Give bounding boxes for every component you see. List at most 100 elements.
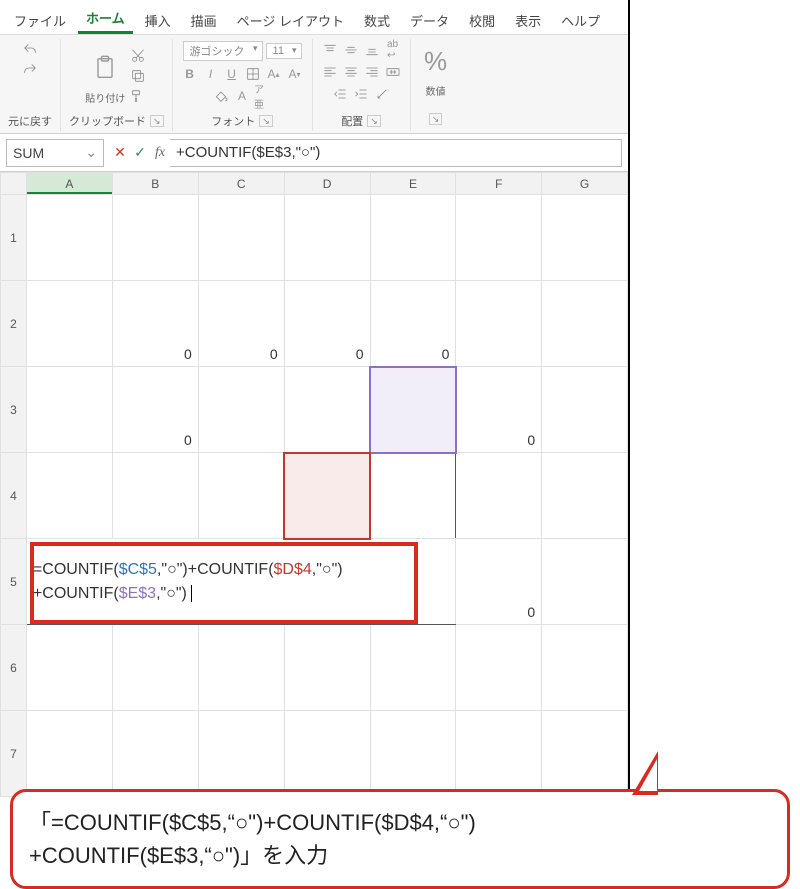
fill-color-icon[interactable] [212, 87, 230, 105]
dialog-launcher-icon[interactable]: ↘ [150, 115, 164, 127]
bold-icon[interactable]: B [181, 65, 199, 83]
font-color-icon[interactable]: A [233, 87, 251, 105]
cell[interactable] [456, 195, 542, 281]
cell[interactable] [26, 195, 112, 281]
col-header[interactable]: G [542, 173, 628, 195]
cell[interactable]: 0 [456, 539, 542, 625]
cell[interactable] [284, 367, 370, 453]
cut-icon[interactable] [129, 47, 147, 65]
cell[interactable]: 0 [456, 367, 542, 453]
enter-icon[interactable]: ✓ [130, 144, 150, 161]
cell[interactable] [370, 453, 456, 539]
ruby-icon[interactable]: ア亜 [254, 87, 272, 105]
row-header[interactable]: 5 [1, 539, 27, 625]
col-header[interactable]: B [112, 173, 198, 195]
col-header[interactable]: E [370, 173, 456, 195]
cell[interactable] [456, 281, 542, 367]
cell[interactable] [26, 367, 112, 453]
cell[interactable] [456, 711, 542, 797]
tab-page-layout[interactable]: ページ レイアウト [229, 7, 352, 34]
cancel-icon[interactable]: ✕ [110, 144, 130, 161]
dialog-launcher-icon[interactable]: ↘ [259, 115, 273, 127]
cell[interactable]: 0 [284, 281, 370, 367]
formula-input[interactable]: +COUNTIF($E$3,"○") [170, 139, 622, 167]
cell[interactable] [26, 281, 112, 367]
align-middle-icon[interactable] [342, 41, 360, 59]
cell[interactable] [370, 625, 456, 711]
cell[interactable] [542, 453, 628, 539]
font-size-select[interactable]: 11 [266, 43, 302, 59]
align-right-icon[interactable] [363, 63, 381, 81]
tab-review[interactable]: 校閲 [461, 7, 503, 34]
select-all-corner[interactable] [1, 173, 27, 195]
row-header[interactable]: 7 [1, 711, 27, 797]
col-header[interactable]: F [456, 173, 542, 195]
cell[interactable] [198, 711, 284, 797]
cell[interactable] [284, 711, 370, 797]
cell[interactable]: 0 [112, 367, 198, 453]
cell[interactable] [26, 453, 112, 539]
cell-range-d4[interactable] [284, 453, 370, 539]
cell[interactable] [542, 625, 628, 711]
row-header[interactable]: 2 [1, 281, 27, 367]
cell[interactable] [112, 195, 198, 281]
decrease-indent-icon[interactable] [331, 85, 349, 103]
cell[interactable]: 0 [112, 281, 198, 367]
cell[interactable] [198, 453, 284, 539]
row-header[interactable]: 3 [1, 367, 27, 453]
paste-icon[interactable] [88, 48, 122, 88]
cell[interactable] [284, 625, 370, 711]
wrap-text-icon[interactable]: ab↩ [384, 41, 402, 59]
cell[interactable] [112, 453, 198, 539]
cell[interactable] [542, 281, 628, 367]
redo-icon[interactable] [21, 61, 39, 79]
tab-home[interactable]: ホーム [78, 4, 133, 34]
italic-icon[interactable]: I [202, 65, 220, 83]
underline-icon[interactable]: U [223, 65, 241, 83]
dialog-launcher-icon[interactable]: ↘ [367, 115, 381, 127]
tab-file[interactable]: ファイル [6, 7, 74, 34]
cell[interactable] [542, 195, 628, 281]
align-top-icon[interactable] [321, 41, 339, 59]
undo-icon[interactable] [21, 41, 39, 59]
cell-range-e3[interactable] [370, 367, 456, 453]
col-header[interactable]: D [284, 173, 370, 195]
tab-data[interactable]: データ [402, 7, 457, 34]
cell[interactable] [284, 195, 370, 281]
cell[interactable] [370, 195, 456, 281]
cell[interactable] [370, 711, 456, 797]
tab-draw[interactable]: 描画 [183, 7, 225, 34]
copy-icon[interactable] [129, 67, 147, 85]
cell[interactable] [456, 453, 542, 539]
cell[interactable] [542, 711, 628, 797]
cell[interactable] [112, 625, 198, 711]
font-name-select[interactable]: 游ゴシック [183, 41, 263, 61]
name-box[interactable]: SUM [6, 139, 104, 167]
row-header[interactable]: 6 [1, 625, 27, 711]
col-header[interactable]: A [26, 173, 112, 195]
cell[interactable] [26, 711, 112, 797]
cell[interactable] [456, 625, 542, 711]
tab-formula[interactable]: 数式 [356, 7, 398, 34]
row-header[interactable]: 1 [1, 195, 27, 281]
cell[interactable]: 0 [198, 281, 284, 367]
cell[interactable] [542, 539, 628, 625]
tab-view[interactable]: 表示 [507, 7, 549, 34]
decrease-font-icon[interactable]: A▾ [286, 65, 304, 83]
row-header[interactable]: 4 [1, 453, 27, 539]
increase-indent-icon[interactable] [352, 85, 370, 103]
merge-cells-icon[interactable] [384, 63, 402, 81]
align-left-icon[interactable] [321, 63, 339, 81]
tab-help[interactable]: ヘルプ [553, 7, 608, 34]
cell[interactable] [112, 711, 198, 797]
cell[interactable] [198, 625, 284, 711]
percent-icon[interactable]: % [419, 41, 453, 81]
dialog-launcher-icon[interactable]: ↘ [429, 113, 443, 125]
format-painter-icon[interactable] [129, 87, 147, 105]
align-bottom-icon[interactable] [363, 41, 381, 59]
fx-icon[interactable]: fx [150, 145, 170, 161]
cell[interactable]: 0 [370, 281, 456, 367]
col-header[interactable]: C [198, 173, 284, 195]
cell[interactable] [542, 367, 628, 453]
align-center-icon[interactable] [342, 63, 360, 81]
